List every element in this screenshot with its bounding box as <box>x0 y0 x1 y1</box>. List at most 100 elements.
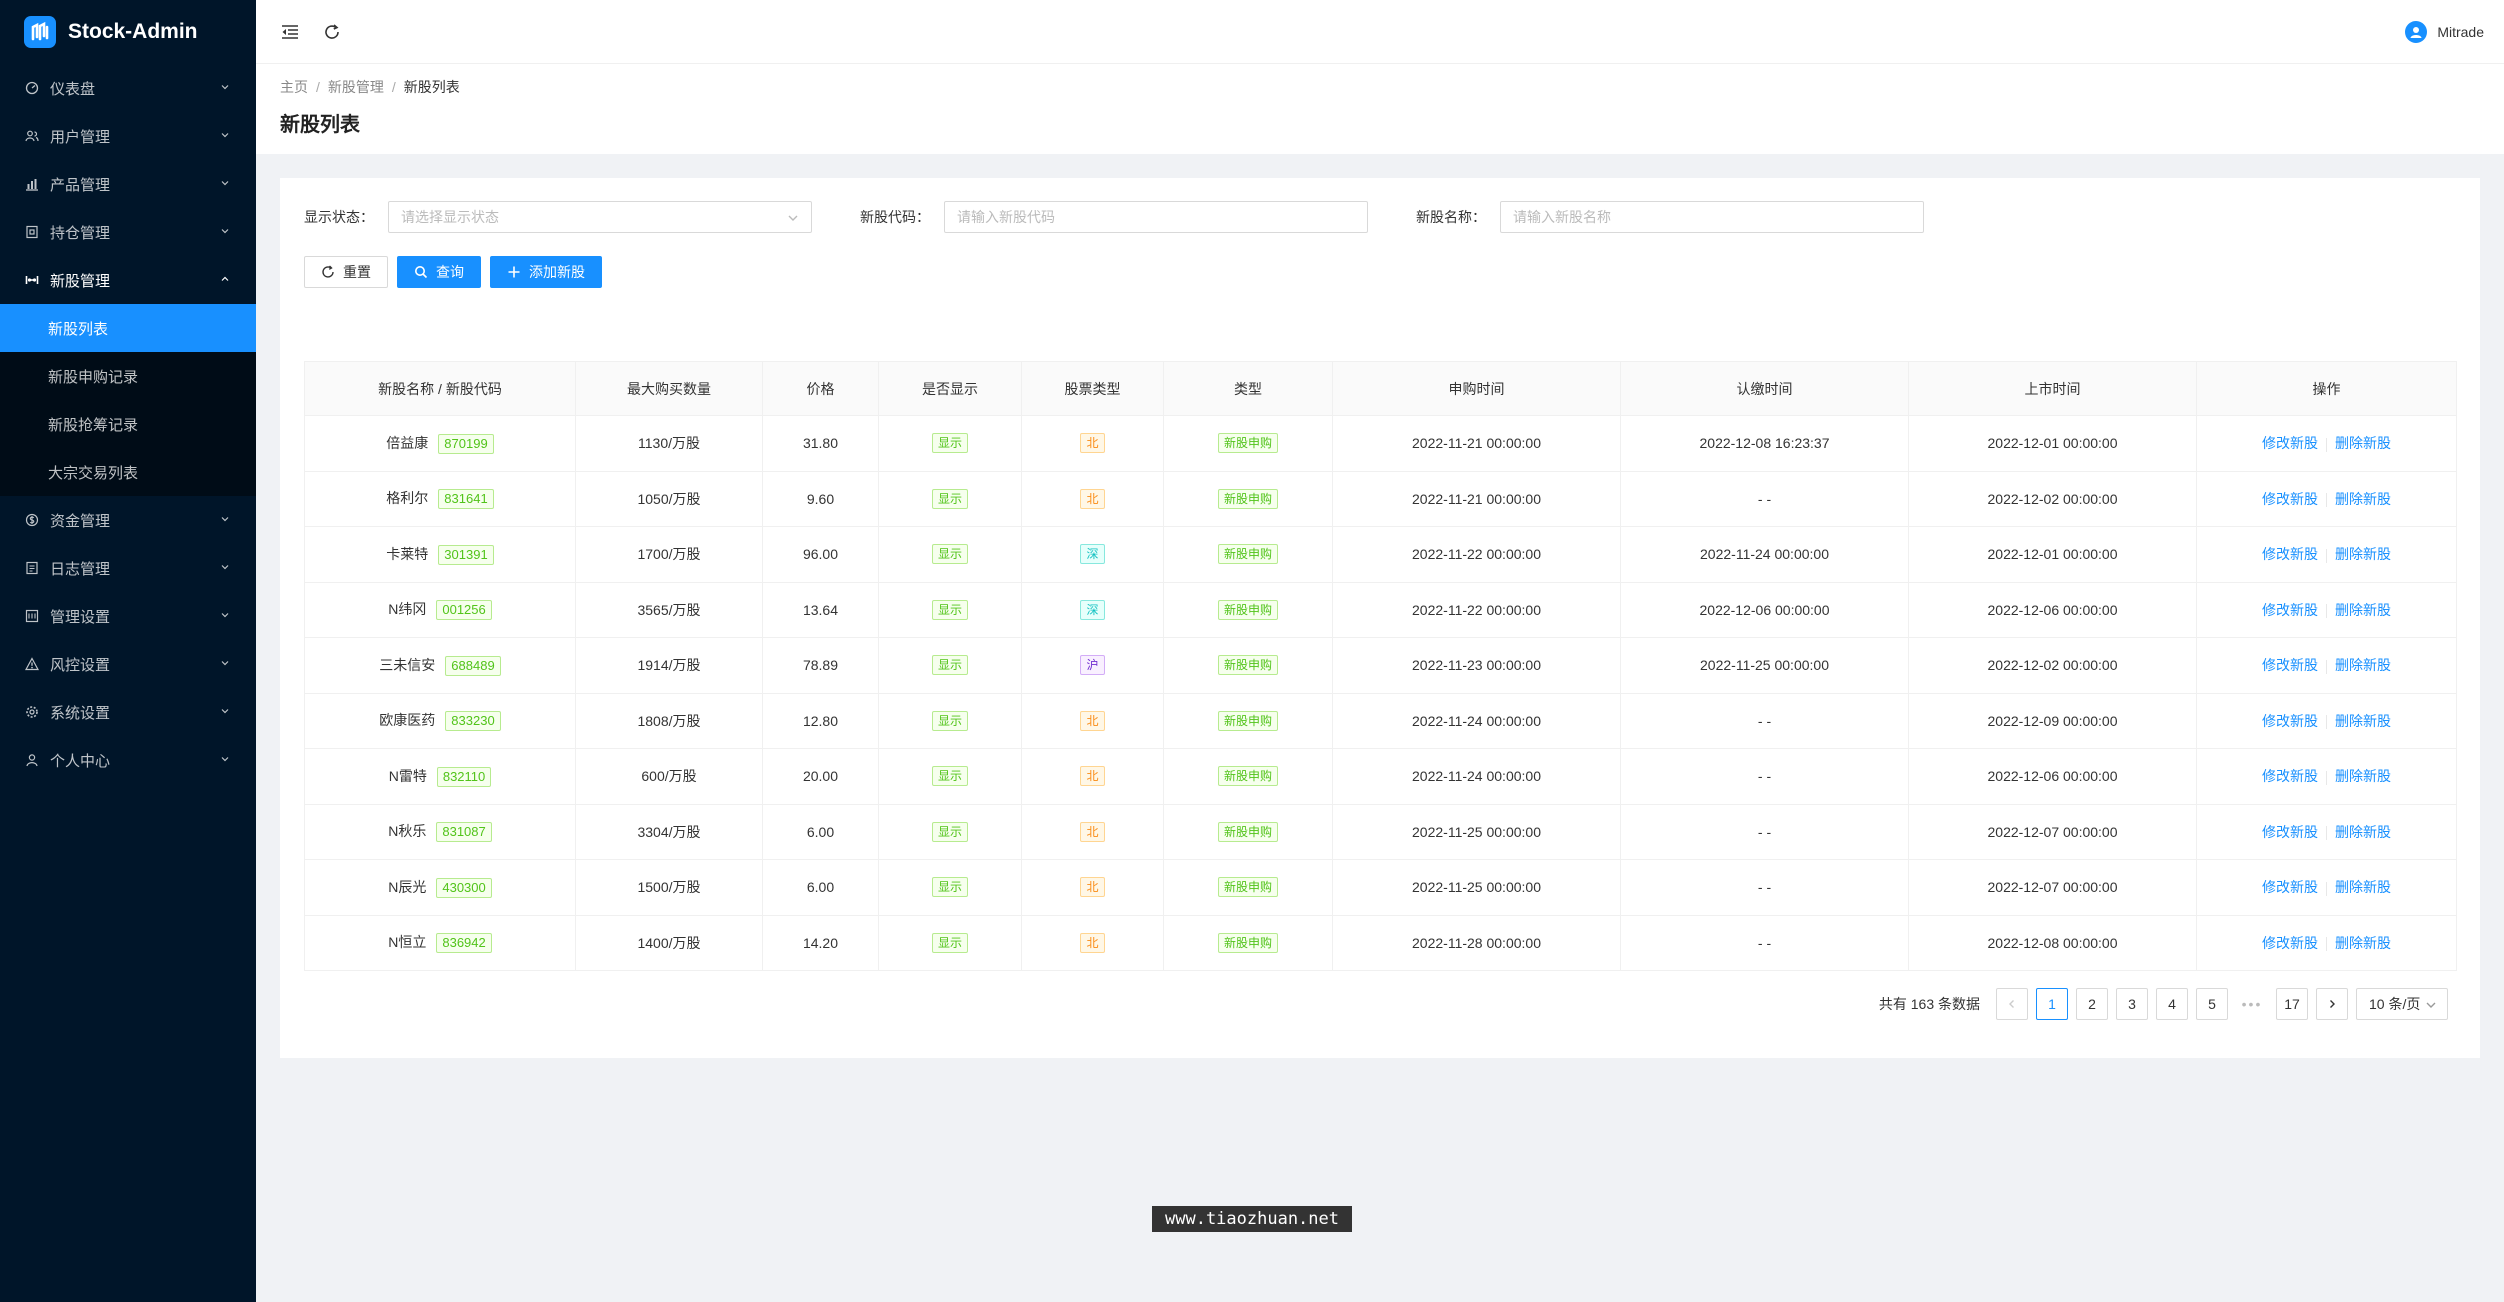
cell-listing-time: 2022-12-06 00:00:00 <box>1908 748 2197 805</box>
edit-stock-link[interactable]: 修改新股 <box>2262 657 2318 673</box>
delete-stock-link[interactable]: 删除新股 <box>2335 879 2391 895</box>
cell-display: 显示 <box>878 526 1022 583</box>
status-select[interactable]: 请选择显示状态 <box>388 201 812 233</box>
delete-stock-link[interactable]: 删除新股 <box>2335 824 2391 840</box>
refresh-icon[interactable] <box>320 20 344 44</box>
display-status-tag: 显示 <box>931 932 968 953</box>
edit-stock-link[interactable]: 修改新股 <box>2262 768 2318 784</box>
stock-name: N辰光 <box>388 878 427 895</box>
sidebar-item-label: 新股管理 <box>50 272 111 290</box>
pagination-page[interactable]: 3 <box>2116 988 2148 1020</box>
code-input-placeholder: 请输入新股代码 <box>957 209 1055 225</box>
pagination-page[interactable]: 5 <box>2196 988 2228 1020</box>
delete-stock-link[interactable]: 删除新股 <box>2335 491 2391 507</box>
pagination-next-button[interactable] <box>2316 988 2348 1020</box>
sidebar-sub-subscription-records[interactable]: 新股申购记录 <box>0 352 256 400</box>
page-size-value: 10 条/页 <box>2369 996 2421 1012</box>
sidebar-item-logs[interactable]: 日志管理 <box>0 544 256 592</box>
delete-stock-link[interactable]: 删除新股 <box>2335 768 2391 784</box>
pagination-page[interactable]: 4 <box>2156 988 2188 1020</box>
edit-stock-link[interactable]: 修改新股 <box>2262 879 2318 895</box>
query-button[interactable]: 查询 <box>397 256 481 288</box>
risk-icon <box>24 656 40 672</box>
delete-stock-link[interactable]: 删除新股 <box>2335 935 2391 951</box>
edit-stock-link[interactable]: 修改新股 <box>2262 602 2318 618</box>
sidebar-item-new-stock[interactable]: 新股管理 <box>0 256 256 304</box>
sidebar-item-users[interactable]: 用户管理 <box>0 112 256 160</box>
delete-stock-link[interactable]: 删除新股 <box>2335 546 2391 562</box>
table-row: N秋乐 831087 3304/万股 6.00 显示 北 新股申购 2022-11-25 00… <box>304 803 2457 860</box>
cell-name-code: N雷特 832110 <box>304 748 576 805</box>
user-menu[interactable]: Mitrade <box>2405 0 2484 64</box>
edit-stock-link[interactable]: 修改新股 <box>2262 546 2318 562</box>
add-new-stock-button[interactable]: 添加新股 <box>490 256 602 288</box>
delete-stock-link[interactable]: 删除新股 <box>2335 435 2391 451</box>
user-name: Mitrade <box>2437 24 2484 40</box>
cell-type: 新股申购 <box>1163 914 1333 971</box>
chevron-down-icon <box>220 610 232 622</box>
code-input[interactable]: 请输入新股代码 <box>944 201 1368 233</box>
pagination-page[interactable]: 1 <box>2036 988 2068 1020</box>
edit-stock-link[interactable]: 修改新股 <box>2262 491 2318 507</box>
name-input[interactable]: 请输入新股名称 <box>1500 201 1924 233</box>
sidebar-item-system[interactable]: 系统设置 <box>0 688 256 736</box>
admin-settings-icon <box>24 608 40 624</box>
edit-stock-link[interactable]: 修改新股 <box>2262 935 2318 951</box>
pagination-ellipsis[interactable]: ••• <box>2236 988 2268 1020</box>
pagination-page[interactable]: 2 <box>2076 988 2108 1020</box>
cell-name-code: N辰光 430300 <box>304 859 576 916</box>
edit-stock-link[interactable]: 修改新股 <box>2262 824 2318 840</box>
breadcrumb-home[interactable]: 主页 <box>280 77 308 97</box>
cell-payment-time: 2022-12-06 00:00:00 <box>1620 581 1909 638</box>
sidebar-sub-new-stock-list[interactable]: 新股列表 <box>0 304 256 352</box>
sidebar-item-holdings[interactable]: 持仓管理 <box>0 208 256 256</box>
cell-display: 显示 <box>878 803 1022 860</box>
cell-type: 新股申购 <box>1163 415 1333 472</box>
sidebar-item-risk[interactable]: 风控设置 <box>0 640 256 688</box>
cell-listing-time: 2022-12-07 00:00:00 <box>1908 803 2197 860</box>
delete-stock-link[interactable]: 删除新股 <box>2335 657 2391 673</box>
sidebar-item-profile[interactable]: 个人中心 <box>0 736 256 784</box>
chevron-down-icon <box>220 562 232 574</box>
sidebar-item-funds[interactable]: 资金管理 <box>0 496 256 544</box>
menu-fold-icon[interactable] <box>278 20 302 44</box>
edit-stock-link[interactable]: 修改新股 <box>2262 713 2318 729</box>
pagination-pages: 12345 <box>2028 988 2228 1020</box>
breadcrumb-new-stock[interactable]: 新股管理 <box>328 77 384 97</box>
type-tag: 新股申购 <box>1217 932 1278 953</box>
reset-button[interactable]: 重置 <box>304 256 388 288</box>
cell-name-code: 倍益康 870199 <box>304 415 576 472</box>
logo[interactable]: Stock-Admin <box>0 0 256 64</box>
sidebar-item-products[interactable]: 产品管理 <box>0 160 256 208</box>
cell-type: 新股申购 <box>1163 859 1333 916</box>
sidebar-item-dashboard[interactable]: 仪表盘 <box>0 64 256 112</box>
cell-payment-time: - - <box>1620 859 1909 916</box>
sidebar-item-admin-settings[interactable]: 管理设置 <box>0 592 256 640</box>
dashboard-icon <box>24 80 40 96</box>
sidebar: Stock-Admin 仪表盘 用户管理 产品管理 持仓管理新股管理新股列表 新股申购记… <box>0 0 256 1302</box>
edit-stock-link[interactable]: 修改新股 <box>2262 435 2318 451</box>
sidebar-sub-block-trade-list[interactable]: 大宗交易列表 <box>0 448 256 496</box>
chevron-down-icon <box>220 754 232 766</box>
page-header: 主页 / 新股管理 / 新股列表 新股列表 <box>256 64 2504 154</box>
delete-stock-link[interactable]: 删除新股 <box>2335 602 2391 618</box>
action-divider <box>2326 437 2327 452</box>
table-column-header: 申购时间 <box>1332 361 1621 416</box>
table-row: N雷特 832110 600/万股 20.00 显示 北 新股申购 2022-11-24 00… <box>304 748 2457 805</box>
page-size-select[interactable]: 10 条/页 <box>2356 988 2448 1020</box>
pagination-last-page[interactable]: 17 <box>2276 988 2308 1020</box>
cell-max-quantity: 1808/万股 <box>575 692 763 749</box>
delete-stock-link[interactable]: 删除新股 <box>2335 713 2391 729</box>
stock-code-tag: 833230 <box>445 711 501 732</box>
cell-max-quantity: 1050/万股 <box>575 470 763 527</box>
cell-type: 新股申购 <box>1163 526 1333 583</box>
pagination-prev-button[interactable] <box>1996 988 2028 1020</box>
sidebar-sub-grab-records[interactable]: 新股抢筹记录 <box>0 400 256 448</box>
stock-code-tag: 831087 <box>436 822 492 843</box>
display-status-tag: 显示 <box>931 655 968 676</box>
display-status-tag: 显示 <box>931 710 968 731</box>
table-column-header: 最大购买数量 <box>575 361 763 416</box>
stock-code-tag: 831641 <box>438 489 494 510</box>
cell-display: 显示 <box>878 581 1022 638</box>
action-bar: 重置 查询 添加新股 <box>304 256 611 288</box>
